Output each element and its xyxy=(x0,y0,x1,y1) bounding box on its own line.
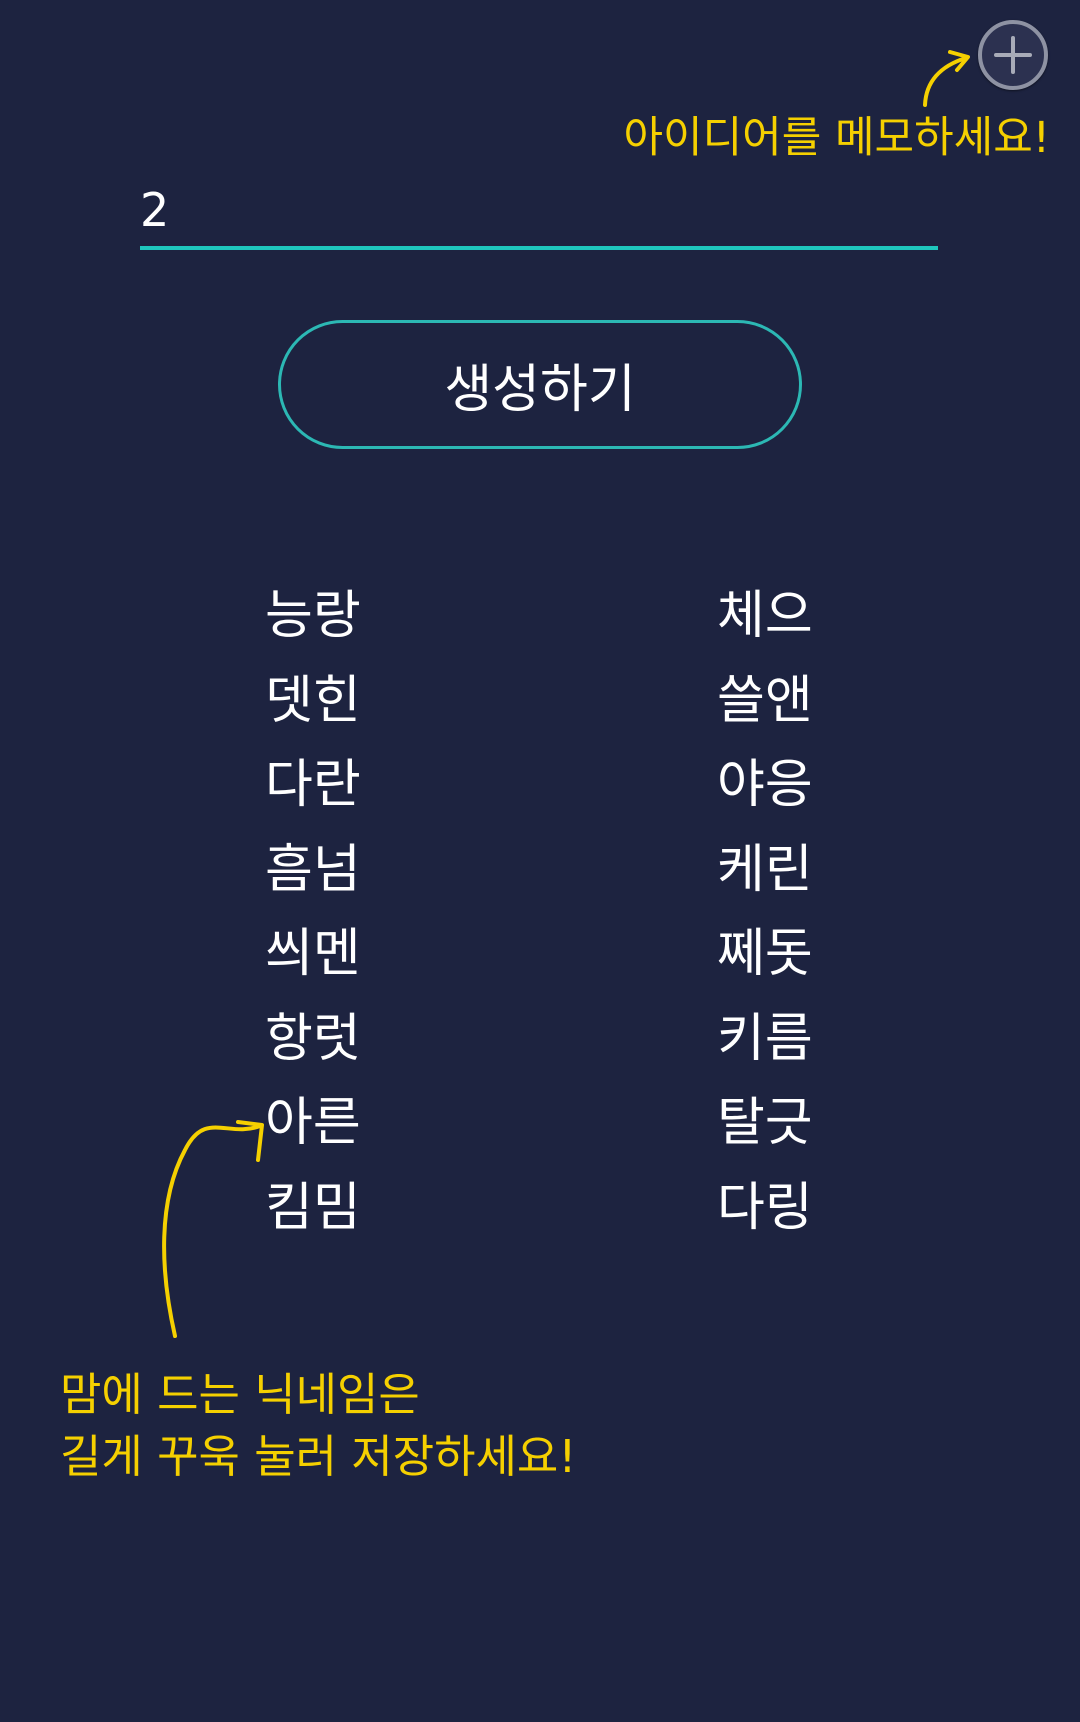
name-item[interactable]: 쓸앤 xyxy=(717,659,867,744)
name-item[interactable]: 항럿 xyxy=(265,997,415,1082)
name-item[interactable]: 야응 xyxy=(717,743,867,828)
name-item[interactable]: 탈긋 xyxy=(717,1081,867,1166)
save-hint-arrow-icon xyxy=(162,1120,264,1338)
name-item[interactable]: 체으 xyxy=(717,574,867,659)
name-item[interactable]: 킴밈 xyxy=(265,1166,415,1251)
name-item[interactable]: 키름 xyxy=(717,997,867,1082)
save-hint-text: 맘에 드는 닉네임은 길게 꾸욱 눌러 저장하세요! xyxy=(60,1364,576,1488)
name-item[interactable]: 아른 xyxy=(265,1081,415,1166)
memo-hint-text: 아이디어를 메모하세요! xyxy=(623,113,1050,163)
name-length-input[interactable] xyxy=(140,180,938,240)
name-item[interactable]: 쩨돗 xyxy=(717,912,867,997)
plus-icon xyxy=(994,36,1032,74)
generate-button[interactable]: 생성하기 xyxy=(278,320,802,449)
save-hint-line-2: 길게 꾸욱 눌러 저장하세요! xyxy=(60,1430,577,1483)
name-item[interactable]: 씌멘 xyxy=(265,912,415,997)
names-column-right: 체으 쓸앤 야응 케린 쩨돗 키름 탈긋 다링 xyxy=(717,574,867,1250)
name-item[interactable]: 다란 xyxy=(265,743,415,828)
name-item[interactable]: 능랑 xyxy=(265,574,415,659)
name-length-field[interactable] xyxy=(140,170,938,250)
name-item[interactable]: 케린 xyxy=(717,828,867,913)
add-memo-button[interactable] xyxy=(978,20,1048,90)
name-item[interactable]: 다링 xyxy=(717,1166,867,1251)
names-column-left: 능랑 뎃힌 다란 흠넘 씌멘 항럿 아른 킴밈 xyxy=(265,574,415,1250)
memo-hint-arrow-icon xyxy=(923,50,970,107)
name-item[interactable]: 흠넘 xyxy=(265,828,415,913)
save-hint-line-1: 맘에 드는 닉네임은 xyxy=(60,1368,420,1421)
name-item[interactable]: 뎃힌 xyxy=(265,659,415,744)
